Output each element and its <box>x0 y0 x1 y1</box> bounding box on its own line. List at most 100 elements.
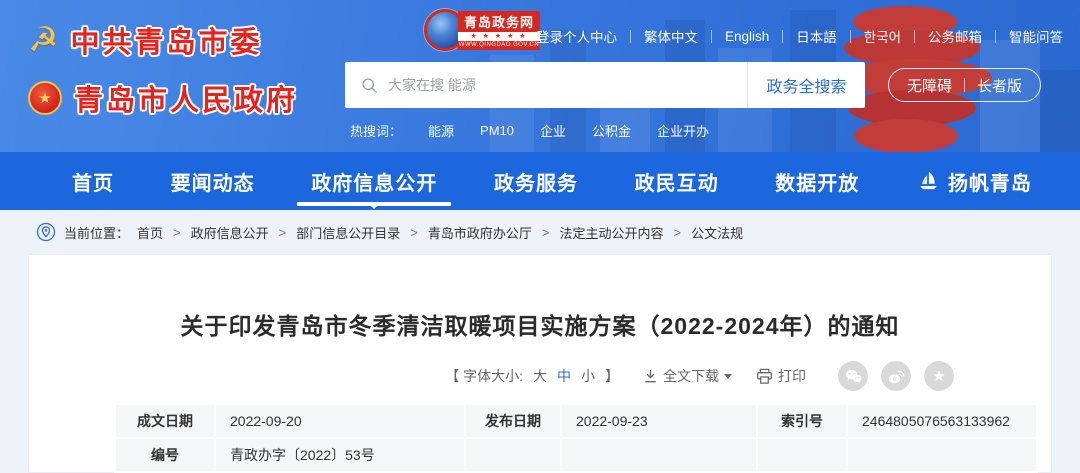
nav-gov-info-disclosure[interactable]: 政府信息公开 <box>311 152 437 210</box>
divider <box>850 30 851 43</box>
nav-gov-services[interactable]: 政务服务 <box>494 152 578 210</box>
hot-search-words: 热搜词： 能源 PM10 企业 公积金 企业开办 <box>350 121 709 140</box>
star-icon: ★ <box>932 369 945 384</box>
meta-empty-cell <box>465 438 561 472</box>
breadcrumb-home[interactable]: 首页 <box>137 223 163 242</box>
nav-label: 政民互动 <box>635 167 719 196</box>
site-logo[interactable]: 青岛政务网 ★ ★ ★ ★ ★ WWW.QINGDAO.GOV.CN <box>424 9 540 51</box>
logo-banners: 青岛政务网 ★ ★ ★ ★ ★ WWW.QINGDAO.GOV.CN <box>458 11 540 50</box>
nav-news[interactable]: 要闻动态 <box>171 152 255 210</box>
breadcrumb-dept-directory[interactable]: 部门信息公开目录 <box>296 223 400 242</box>
download-icon <box>643 369 658 384</box>
party-committee-title: 中共青岛市委 <box>70 19 262 61</box>
document-meta-table: 成文日期 2022-09-20 发布日期 2022-09-23 索引号 2464… <box>114 403 1038 473</box>
divider <box>711 30 712 43</box>
nav-public-interaction[interactable]: 政民互动 <box>635 152 719 210</box>
location-pin-icon <box>36 222 56 242</box>
download-caret-icon <box>724 374 732 383</box>
divider <box>964 78 965 92</box>
traditional-chinese-link[interactable]: 繁体中文 <box>644 26 698 46</box>
emblem-star-icon: ★ <box>38 91 51 106</box>
document-card: 关于印发青岛市冬季清洁取暖项目实施方案（2022-2024年）的通知 【 字体大… <box>28 254 1052 473</box>
party-committee-row[interactable]: ☭ 中共青岛市委 <box>28 14 298 66</box>
font-size-medium-button[interactable]: 中 <box>557 366 571 386</box>
page-title: 关于印发青岛市冬季清洁取暖项目实施方案（2022-2024年）的通知 <box>29 307 1051 341</box>
nav-sailing-qingdao[interactable]: 扬帆青岛 <box>916 152 1032 210</box>
font-size-large-button[interactable]: 大 <box>533 366 547 386</box>
breadcrumb-separator: > <box>173 225 181 240</box>
meta-label-date-published: 发布日期 <box>465 404 561 438</box>
nav-label: 政务服务 <box>494 167 578 196</box>
meta-empty-cell <box>757 438 847 472</box>
accessibility-pill: 无障碍 长者版 <box>888 68 1041 102</box>
hot-word[interactable]: 企业开办 <box>657 121 709 140</box>
municipal-government-title: 青岛市人民政府 <box>74 77 298 119</box>
breadcrumb-statutory-disclosure[interactable]: 法定主动公开内容 <box>559 223 663 242</box>
divider <box>995 30 996 43</box>
hot-word[interactable]: 公积金 <box>592 121 631 140</box>
meta-value-doc-number: 青政办字〔2022〕53号 <box>215 438 465 472</box>
breadcrumb-gov-office[interactable]: 青岛市政府办公厅 <box>428 223 532 242</box>
download-label: 全文下载 <box>663 366 719 386</box>
municipal-government-row[interactable]: ★ 青岛市人民政府 <box>28 72 298 124</box>
korean-link[interactable]: 한국어 <box>864 26 901 46</box>
accessibility-link[interactable]: 无障碍 <box>907 75 952 96</box>
site-header: ☭ 中共青岛市委 ★ 青岛市人民政府 青岛政务网 ★ ★ ★ ★ ★ WWW.Q… <box>0 0 1080 152</box>
divider <box>630 30 631 43</box>
smart-qa-link[interactable]: 智能问答 <box>1009 26 1063 46</box>
breadcrumb-separator: > <box>542 225 550 240</box>
printer-icon <box>756 368 773 385</box>
font-size-label-close: 】 <box>605 366 619 386</box>
sailboat-icon <box>916 170 940 192</box>
favorite-button[interactable]: ★ <box>924 361 954 391</box>
elder-version-link[interactable]: 长者版 <box>977 75 1022 96</box>
breadcrumb-official-documents[interactable]: 公文法规 <box>691 223 743 242</box>
english-link[interactable]: English <box>725 29 769 44</box>
document-toolbar: 【 字体大小: 大 中 小 】 全文下载 打印 ★ <box>29 361 954 391</box>
search-submit-button[interactable]: 政务全搜索 <box>747 62 865 108</box>
breadcrumb-separator: > <box>673 225 681 240</box>
official-mail-link[interactable]: 公务邮箱 <box>928 26 982 46</box>
japanese-link[interactable]: 日本語 <box>796 26 837 46</box>
national-emblem-icon: ★ <box>28 81 62 115</box>
nav-label: 要闻动态 <box>171 167 255 196</box>
hot-word[interactable]: PM10 <box>480 123 514 138</box>
hot-word[interactable]: 企业 <box>540 121 566 140</box>
print-button[interactable]: 打印 <box>756 366 806 386</box>
breadcrumb-separator: > <box>279 225 287 240</box>
breadcrumb-label: 当前位置： <box>64 223 129 242</box>
site-logo-name: 青岛政务网 <box>458 11 540 32</box>
search-input[interactable] <box>388 77 747 93</box>
logo-stars-icon: ★ ★ ★ ★ ★ <box>458 32 540 41</box>
meta-value-index-number: 2464805076563133962 <box>847 404 1037 438</box>
nav-home[interactable]: 首页 <box>72 152 114 210</box>
font-size-label: 【 字体大小: <box>445 366 523 386</box>
party-emblem-icon: ☭ <box>28 23 58 57</box>
meta-empty-cell <box>561 438 757 472</box>
meta-label-date-written: 成文日期 <box>115 404 215 438</box>
search-input-wrap <box>345 77 747 94</box>
search-icon <box>361 77 378 94</box>
login-link[interactable]: 登录个人中心 <box>536 26 617 46</box>
government-logos: ☭ 中共青岛市委 ★ 青岛市人民政府 <box>28 14 298 124</box>
hot-word[interactable]: 能源 <box>428 121 454 140</box>
search-box: 政务全搜索 <box>345 62 865 108</box>
nav-open-data[interactable]: 数据开放 <box>775 152 859 210</box>
nav-label: 首页 <box>72 167 114 196</box>
divider <box>782 30 783 43</box>
font-size-small-button[interactable]: 小 <box>581 366 595 386</box>
download-button[interactable]: 全文下载 <box>643 366 732 386</box>
weibo-icon <box>887 368 906 385</box>
divider <box>914 30 915 43</box>
wechat-icon <box>844 368 863 385</box>
hot-words-label: 热搜词： <box>350 121 402 140</box>
table-row: 成文日期 2022-09-20 发布日期 2022-09-23 索引号 2464… <box>115 404 1037 438</box>
breadcrumb-separator: > <box>410 225 418 240</box>
meta-label-doc-number: 编号 <box>115 438 215 472</box>
wechat-share-button[interactable] <box>838 361 868 391</box>
main-nav: 首页 要闻动态 政府信息公开 政务服务 政民互动 数据开放 扬帆青岛 <box>0 152 1080 210</box>
share-group: ★ <box>838 361 954 391</box>
nav-label: 扬帆青岛 <box>948 167 1032 196</box>
weibo-share-button[interactable] <box>881 361 911 391</box>
breadcrumb-gov-info[interactable]: 政府信息公开 <box>191 223 269 242</box>
